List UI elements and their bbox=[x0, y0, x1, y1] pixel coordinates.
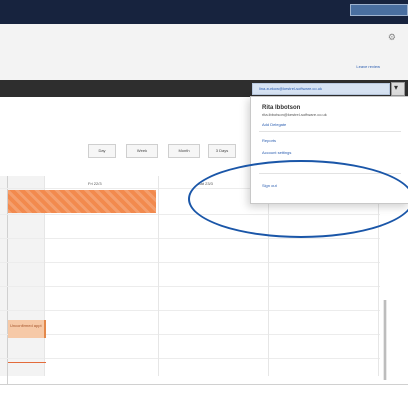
gear-icon[interactable]: ⚙ bbox=[388, 32, 396, 43]
menu-divider bbox=[259, 131, 401, 132]
grid-line bbox=[0, 310, 380, 311]
window-title-bar bbox=[0, 0, 408, 24]
browser-toolbar bbox=[0, 24, 408, 81]
view-week-button[interactable]: Week bbox=[126, 144, 158, 158]
grid-line bbox=[0, 262, 380, 263]
account-menu-toggle[interactable]: ▾ bbox=[391, 82, 405, 96]
grid-column-line bbox=[158, 176, 159, 376]
add-delegate-link[interactable]: Add Delegate bbox=[262, 122, 286, 127]
bottom-border bbox=[0, 384, 408, 395]
highlight-ellipse bbox=[188, 160, 408, 238]
account-email-button[interactable]: lina.zurkow@kestrel-software.co.uk bbox=[252, 83, 390, 95]
grid-line bbox=[0, 286, 380, 287]
window-control-buttons[interactable] bbox=[350, 4, 408, 16]
reports-link[interactable]: Reports bbox=[262, 138, 276, 143]
leave-review-link[interactable]: Leave review bbox=[356, 64, 380, 69]
account-settings-link[interactable]: Account settings bbox=[262, 150, 291, 155]
grid-line bbox=[0, 358, 380, 359]
event-label: Unconfirmed appt bbox=[10, 323, 42, 328]
view-month-label: Month bbox=[178, 148, 190, 153]
grid-line bbox=[0, 334, 380, 335]
chevron-down-icon: ▾ bbox=[394, 83, 399, 92]
view-3days-label: 3 Days bbox=[215, 148, 229, 153]
view-day-label: Day bbox=[98, 148, 106, 153]
vertical-scrollbar-thumb[interactable] bbox=[384, 300, 386, 380]
view-3days-button[interactable]: 3 Days bbox=[208, 144, 236, 158]
column-header: Fri 22/3 bbox=[88, 181, 102, 186]
view-week-label: Week bbox=[136, 148, 148, 153]
account-name: Rita Ibbotson bbox=[262, 105, 301, 111]
current-time-line bbox=[8, 362, 46, 363]
account-email-label: lina.zurkow@kestrel-software.co.uk bbox=[259, 86, 322, 91]
view-month-button[interactable]: Month bbox=[168, 144, 200, 158]
calendar-event[interactable]: Unconfirmed appt bbox=[8, 320, 46, 338]
grid-line bbox=[0, 238, 380, 239]
calendar-event-allday[interactable] bbox=[8, 190, 156, 213]
account-email: rita.ibbotson@kestrel-software.co.uk bbox=[262, 112, 327, 117]
view-day-button[interactable]: Day bbox=[88, 144, 116, 158]
